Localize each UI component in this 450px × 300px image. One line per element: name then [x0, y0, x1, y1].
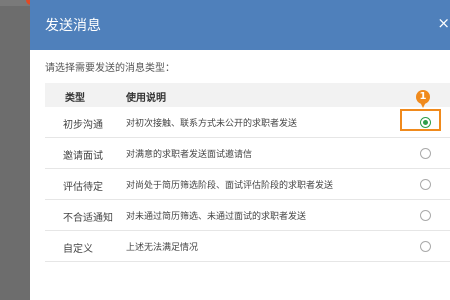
message-type-description: 对尚处于简历筛选阶段、面试评估阶段的求职者发送: [126, 181, 334, 191]
message-type-label: 评估待定: [63, 182, 103, 193]
radio-interview-invite[interactable]: [420, 148, 431, 159]
selection-highlight-box: [400, 109, 441, 131]
send-message-dialog: 发送消息 × 请选择需要发送的消息类型： 类型 使用说明 初步沟通 对初次接触、…: [30, 0, 450, 300]
message-type-label: 不合适通知: [63, 213, 113, 224]
table-header: 类型 使用说明: [45, 83, 450, 107]
table-row[interactable]: 初步沟通 对初次接触、联系方式未公开的求职者发送: [45, 107, 450, 138]
message-type-label: 初步沟通: [63, 120, 103, 131]
table-row[interactable]: 邀请面试 对满意的求职者发送面试邀请信: [45, 138, 450, 169]
table-row[interactable]: 不合适通知 对未通过简历筛选、未通过面试的求职者发送: [45, 200, 450, 231]
radio-custom[interactable]: [420, 241, 431, 252]
message-type-description: 上述无法满足情况: [126, 243, 199, 253]
column-header-description: 使用说明: [126, 93, 166, 104]
message-type-prompt: 请选择需要发送的消息类型：: [45, 63, 175, 74]
radio-pending-evaluation[interactable]: [420, 179, 431, 190]
step-badge-pointer: [420, 102, 426, 108]
radio-rejection-notice[interactable]: [420, 210, 431, 221]
dialog-header: 发送消息 ×: [30, 0, 450, 50]
column-header-type: 类型: [65, 93, 85, 104]
close-icon[interactable]: ×: [436, 14, 450, 32]
table-row[interactable]: 自定义 上述无法满足情况: [45, 231, 450, 262]
message-type-label: 自定义: [63, 244, 93, 255]
message-type-description: 对未通过简历筛选、未通过面试的求职者发送: [126, 212, 307, 222]
message-type-table: 类型 使用说明 初步沟通 对初次接触、联系方式未公开的求职者发送 邀请面试 对满…: [45, 83, 450, 262]
message-type-description: 对初次接触、联系方式未公开的求职者发送: [126, 119, 298, 129]
dialog-title: 发送消息: [45, 18, 101, 34]
message-type-description: 对满意的求职者发送面试邀请信: [126, 150, 253, 160]
message-type-label: 邀请面试: [63, 151, 103, 162]
table-row[interactable]: 评估待定 对尚处于简历筛选阶段、面试评估阶段的求职者发送: [45, 169, 450, 200]
